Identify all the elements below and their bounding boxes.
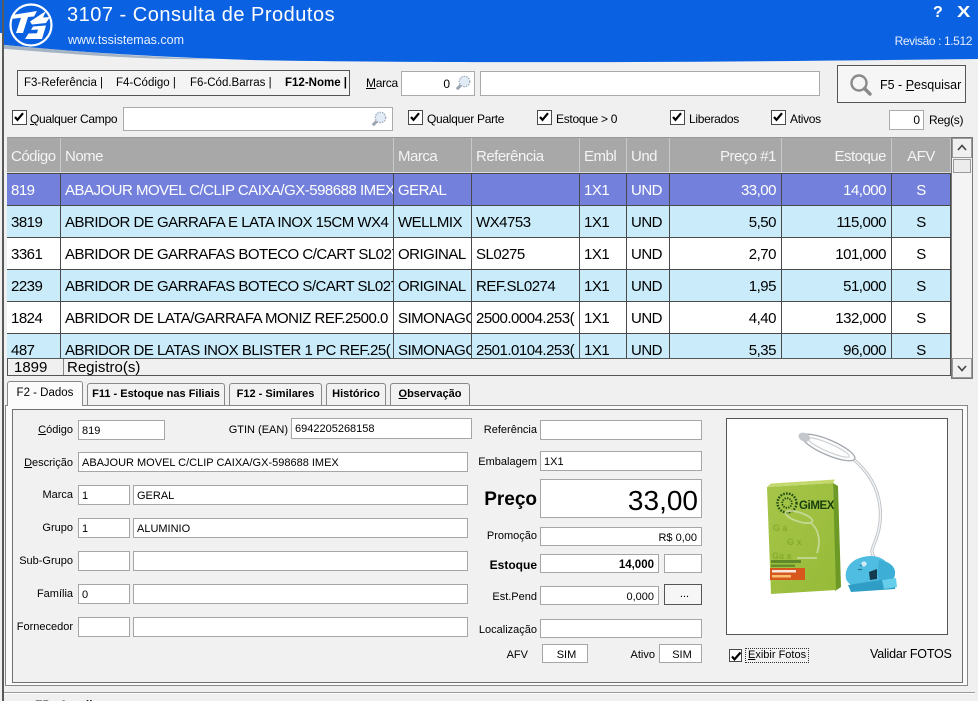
svg-text:G a: G a: [773, 523, 789, 533]
svg-text:Ga x: Ga x: [772, 551, 792, 561]
svg-text:G x: G x: [787, 537, 802, 547]
svg-text:GiMEX: GiMEX: [799, 500, 835, 512]
